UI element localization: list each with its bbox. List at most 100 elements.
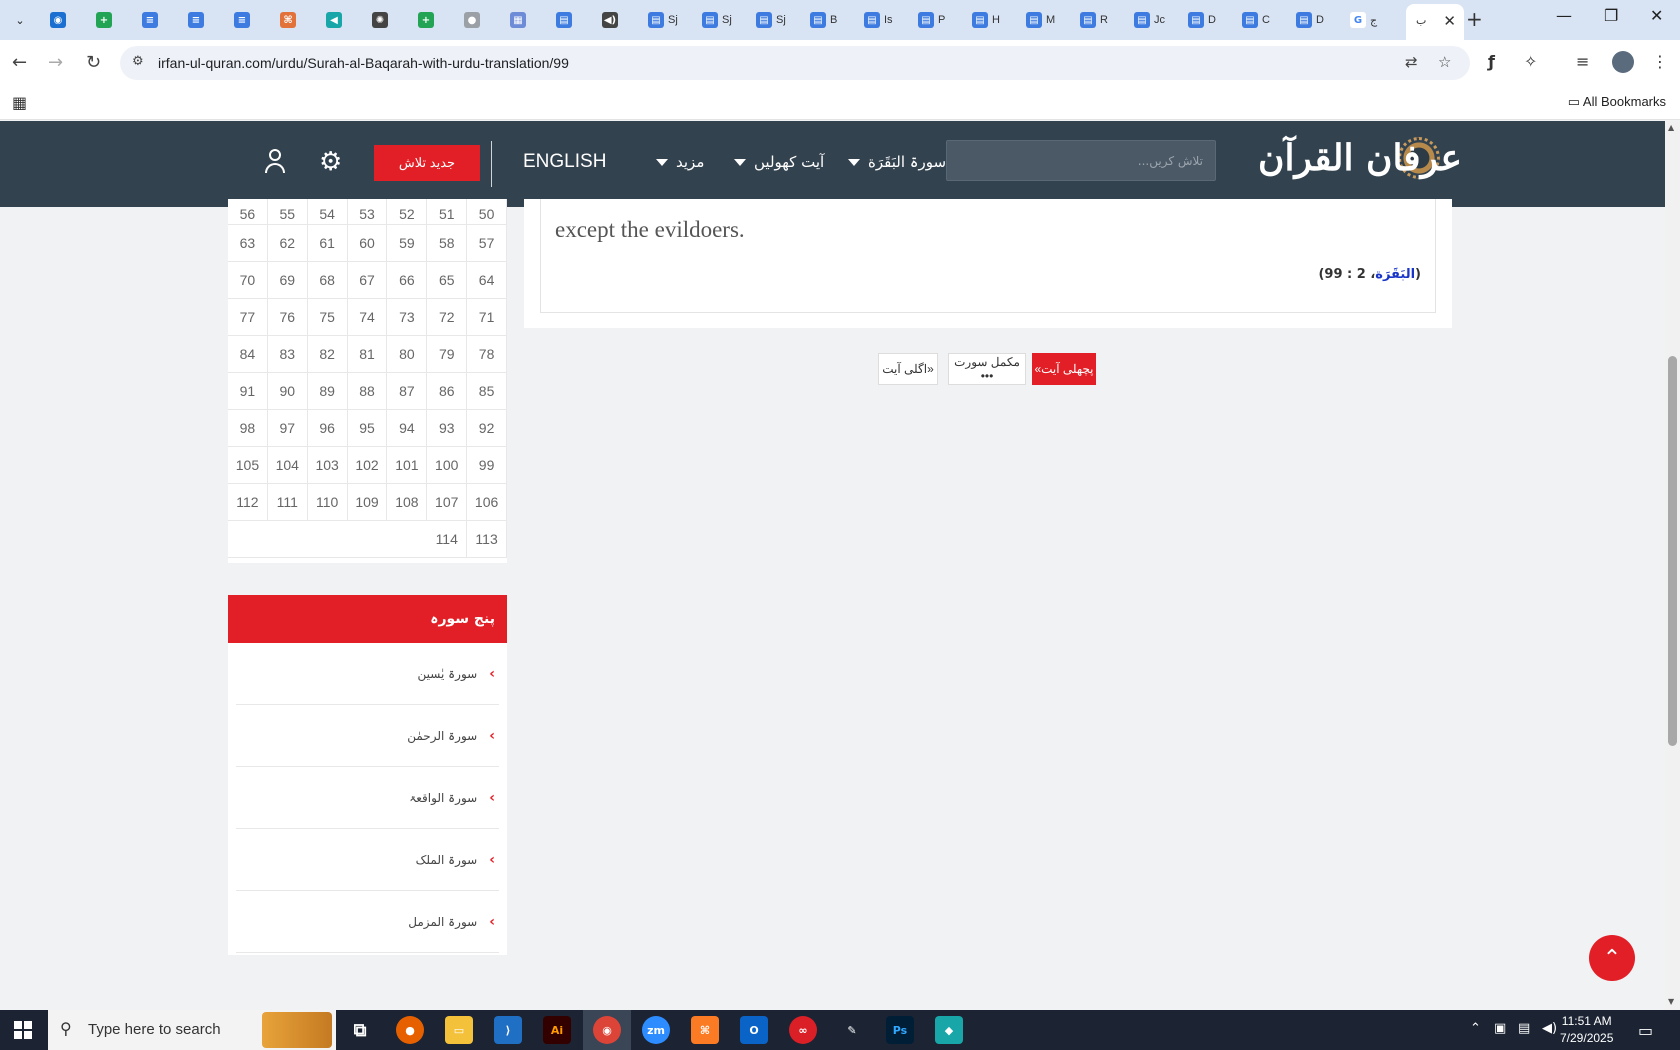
full-surah-button[interactable]: مکمل سورت ••• xyxy=(948,353,1026,385)
browser-tab[interactable]: ▤ Is xyxy=(864,10,893,30)
browser-tab[interactable]: ▤ Sj xyxy=(648,10,678,30)
browser-tab[interactable]: ▤ Jc xyxy=(1134,10,1165,30)
ayah-number-link[interactable]: 57 xyxy=(467,225,507,262)
browser-tab[interactable]: ▤ R xyxy=(1080,10,1108,30)
ayah-number-link[interactable]: 105 xyxy=(228,447,268,484)
panj-surah-item[interactable]: سورۃ الملک ‹ xyxy=(236,829,499,891)
ayah-number-link[interactable]: 51 xyxy=(427,199,468,225)
panj-surah-item[interactable]: سورۃ الواقعۃ ‹ xyxy=(236,767,499,829)
browser-menu-icon[interactable]: ⋮ xyxy=(1652,52,1668,71)
ayah-number-link[interactable]: 113 xyxy=(467,521,507,558)
ayah-number-link[interactable]: 85 xyxy=(467,373,507,410)
file-explorer-icon[interactable]: ▭ xyxy=(445,1016,473,1044)
ayah-number-link[interactable]: 52 xyxy=(387,199,428,225)
ayah-number-link[interactable]: 77 xyxy=(228,299,268,336)
browser-tab[interactable]: ≡ xyxy=(234,10,250,30)
browser-tab[interactable]: ▤ D xyxy=(1296,10,1324,30)
browser-tab[interactable]: ◀ xyxy=(326,10,342,30)
browser-tab[interactable]: Gج xyxy=(1350,10,1377,30)
network-icon[interactable]: ▤ xyxy=(1518,1021,1530,1036)
page-scrollbar[interactable]: ▲ ▼ xyxy=(1665,121,1680,1010)
browser-tab[interactable]: ▤ D xyxy=(1188,10,1216,30)
ayah-number-link[interactable]: 100 xyxy=(427,447,468,484)
all-bookmarks-folder[interactable]: ▭ All Bookmarks xyxy=(1568,94,1666,110)
ayah-number-link[interactable]: 109 xyxy=(347,484,388,521)
ayah-number-link[interactable]: 61 xyxy=(307,225,348,262)
ayah-number-link[interactable]: 59 xyxy=(387,225,428,262)
ayah-number-link[interactable]: 74 xyxy=(347,299,388,336)
browser-tab[interactable]: ▤ Sj xyxy=(756,10,786,30)
ayah-number-link[interactable]: 64 xyxy=(467,262,507,299)
ayah-number-link[interactable]: 70 xyxy=(228,262,268,299)
panj-surah-item[interactable]: سورۃ الرحمٰن ‹ xyxy=(236,705,499,767)
ayah-number-link[interactable]: 60 xyxy=(347,225,388,262)
next-ayah-button[interactable]: اگلی آیت» xyxy=(878,353,938,385)
nav-more-dropdown[interactable]: مزید xyxy=(656,153,704,171)
ayah-number-link[interactable]: 95 xyxy=(347,410,388,447)
ayah-number-link[interactable]: 90 xyxy=(267,373,308,410)
ayah-number-link[interactable]: 112 xyxy=(228,484,268,521)
ayah-number-link[interactable]: 67 xyxy=(347,262,388,299)
advanced-search-button[interactable]: جدید تلاش xyxy=(374,145,480,181)
browser-tab[interactable]: ≡ xyxy=(188,10,204,30)
pen-tool-icon[interactable]: ✎ xyxy=(838,1016,866,1044)
browser-tab[interactable]: + xyxy=(418,10,434,30)
ayah-number-link[interactable]: 82 xyxy=(307,336,348,373)
language-switch-link[interactable]: ENGLISH xyxy=(523,151,606,173)
apps-grid-icon[interactable]: ▦ xyxy=(12,93,27,112)
minimize-button[interactable]: — xyxy=(1556,6,1572,25)
ayah-number-link[interactable]: 111 xyxy=(267,484,308,521)
firefox-icon[interactable]: ● xyxy=(396,1016,424,1044)
translate-icon[interactable]: ⇄ xyxy=(1405,53,1418,71)
ayah-number-link[interactable]: 73 xyxy=(387,299,428,336)
windows-start-icon[interactable] xyxy=(14,1021,32,1039)
site-search-input[interactable] xyxy=(947,141,1215,180)
ayah-number-link[interactable]: 87 xyxy=(387,373,428,410)
app-diamond-icon[interactable]: ◆ xyxy=(935,1016,963,1044)
creative-cloud-icon[interactable]: ∞ xyxy=(789,1016,817,1044)
ayah-number-link[interactable]: 96 xyxy=(307,410,348,447)
ayah-number-link[interactable]: 93 xyxy=(427,410,468,447)
new-tab-button[interactable]: + xyxy=(1466,7,1483,31)
browser-tab[interactable]: ▤ M xyxy=(1026,10,1055,30)
media-controls-icon[interactable]: ≡ xyxy=(1576,52,1589,71)
address-bar[interactable]: ⚙ irfan-ul-quran.com/urdu/Surah-al-Baqar… xyxy=(120,46,1470,80)
ayah-number-link[interactable]: 68 xyxy=(307,262,348,299)
site-info-icon[interactable]: ⚙ xyxy=(132,54,144,69)
profile-avatar[interactable] xyxy=(1612,51,1634,73)
browser-tab[interactable]: ● xyxy=(464,10,480,30)
ayah-number-link[interactable]: 83 xyxy=(267,336,308,373)
ayah-number-link[interactable]: 65 xyxy=(427,262,468,299)
browser-tab[interactable]: ▤ Sj xyxy=(702,10,732,30)
reload-icon[interactable]: ↻ xyxy=(86,52,101,73)
active-tab[interactable]: ب ✕ xyxy=(1406,4,1464,40)
system-clock[interactable]: 11:51 AM 7/29/2025 xyxy=(1560,1013,1613,1047)
browser-tab[interactable]: ▤ C xyxy=(1242,10,1270,30)
forward-arrow-icon[interactable]: → xyxy=(48,52,63,73)
browser-tab[interactable]: ▤ P xyxy=(918,10,945,30)
ayah-number-link[interactable]: 108 xyxy=(387,484,428,521)
ayah-number-link[interactable]: 80 xyxy=(387,336,428,373)
tab-search-menu-button[interactable]: ⌄ xyxy=(7,8,33,32)
ayah-number-link[interactable]: 94 xyxy=(387,410,428,447)
scroll-to-top-button[interactable]: ⌃ xyxy=(1589,935,1635,981)
ayah-number-link[interactable]: 84 xyxy=(228,336,268,373)
xampp-icon[interactable]: ⌘ xyxy=(691,1016,719,1044)
ayah-number-link[interactable]: 89 xyxy=(307,373,348,410)
ayah-number-link[interactable]: 62 xyxy=(267,225,308,262)
ayah-number-link[interactable]: 107 xyxy=(427,484,468,521)
ayah-number-link[interactable]: 91 xyxy=(228,373,268,410)
ayah-number-link[interactable]: 71 xyxy=(467,299,507,336)
restore-button[interactable]: ❐ xyxy=(1604,6,1618,25)
task-view-icon[interactable]: ⧉ xyxy=(346,1016,374,1044)
ayah-number-link[interactable]: 110 xyxy=(307,484,348,521)
scroll-up-arrow-icon[interactable]: ▲ xyxy=(1668,123,1674,132)
chrome-icon[interactable]: ◉ xyxy=(593,1016,621,1044)
ayah-number-link[interactable]: 88 xyxy=(347,373,388,410)
close-tab-icon[interactable]: ✕ xyxy=(1443,12,1456,30)
notification-icon[interactable]: ▭ xyxy=(1638,1021,1653,1040)
ayah-number-link[interactable]: 55 xyxy=(267,199,308,225)
browser-tab[interactable]: ◉ xyxy=(50,10,66,30)
ayah-number-link[interactable]: 114 xyxy=(427,521,468,558)
ayah-number-link[interactable]: 69 xyxy=(267,262,308,299)
